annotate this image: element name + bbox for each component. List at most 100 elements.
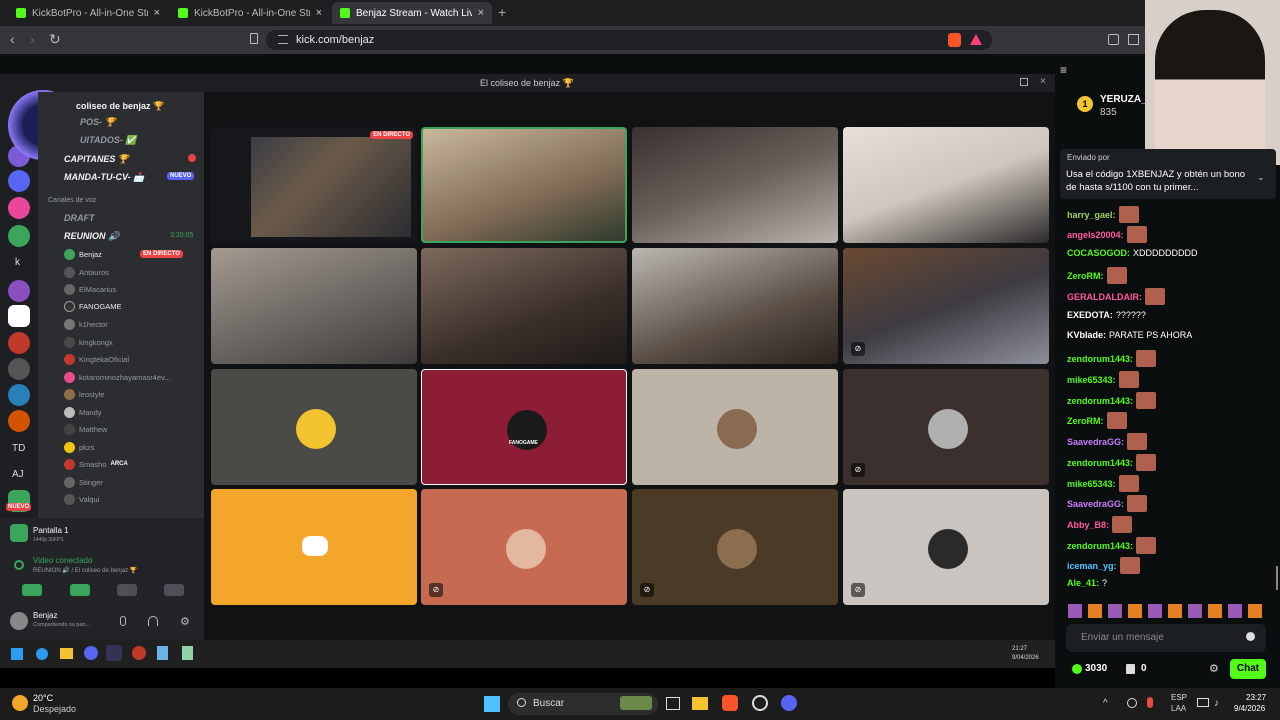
server-name[interactable]: coliseo de benjaz 🏆 [76, 101, 164, 112]
channel-item[interactable]: MANDA-TU-CV- 📩 [64, 172, 144, 183]
channel-item[interactable]: CAPITANES 🏆 [64, 154, 129, 165]
language-code[interactable]: ESP [1171, 693, 1187, 702]
voice-user[interactable]: KingtekaOficial [64, 352, 129, 366]
voice-user[interactable]: kotarominozhayamasr4ev... [64, 370, 171, 384]
back-icon[interactable]: ‹ [10, 31, 15, 47]
browser-tab[interactable]: KickBotPro - All-in-One Streaming To × [170, 2, 330, 24]
url-input[interactable] [266, 30, 992, 50]
chat-username[interactable]: mike65343: [1067, 375, 1116, 385]
scrollbar-thumb[interactable] [1276, 566, 1278, 590]
server-icon[interactable] [8, 280, 30, 302]
voice-channel-reunion[interactable]: REUNION 🔊 [64, 231, 119, 242]
voice-user[interactable]: kingkongx [64, 335, 113, 349]
voice-user[interactable]: Benjaz [64, 247, 102, 261]
server-label[interactable]: AJ [12, 469, 24, 480]
server-icon[interactable] [8, 332, 30, 354]
channel-points[interactable]: 3030 [1085, 663, 1107, 674]
video-tile-avatar[interactable]: ⊘ [421, 489, 627, 605]
mic-icon[interactable] [120, 616, 126, 626]
headphones-icon[interactable] [148, 616, 158, 626]
voice-channel-draft[interactable]: DRAFT [64, 213, 95, 223]
chat-username[interactable]: GERALDALDAIR: [1067, 292, 1142, 302]
chat-username[interactable]: KVblade: [1067, 330, 1106, 340]
chat-username[interactable]: SaavedraGG: [1067, 437, 1124, 447]
video-tile[interactable] [632, 127, 838, 243]
maximize-icon[interactable] [1020, 78, 1028, 86]
voice-user[interactable]: Stinger [64, 475, 103, 489]
collapse-chat-icon[interactable]: ≡ [1060, 63, 1067, 77]
chat-username[interactable]: ZeroRM: [1067, 271, 1104, 281]
server-icon[interactable] [8, 384, 30, 406]
video-tile[interactable] [843, 127, 1049, 243]
file-explorer-icon[interactable] [692, 697, 708, 710]
voice-user[interactable]: leostyle [64, 387, 104, 401]
chat-username[interactable]: angels20004: [1067, 230, 1124, 240]
chat-username[interactable]: zendorum1443: [1067, 458, 1133, 468]
close-icon[interactable]: × [316, 7, 322, 19]
voice-user[interactable]: Valqui [64, 492, 99, 506]
obs-icon[interactable] [752, 695, 768, 711]
server-icon[interactable] [8, 410, 30, 432]
discord-taskbar-icon[interactable] [781, 695, 797, 711]
server-label[interactable]: k [15, 257, 20, 268]
reload-icon[interactable]: ↻ [49, 31, 61, 48]
sidebar-icon[interactable] [1128, 34, 1139, 45]
server-icon[interactable] [8, 197, 30, 219]
browser-tab[interactable]: KickBotPro - All-in-One Streaming To × [8, 2, 168, 24]
video-tile[interactable] [421, 248, 627, 364]
activities-button[interactable] [117, 584, 137, 596]
browser-tab-active[interactable]: Benjaz Stream - Watch Live o × [332, 2, 492, 24]
chat-username[interactable]: zendorum1443: [1067, 396, 1133, 406]
system-clock[interactable]: 23:27 [1246, 693, 1266, 702]
chat-username[interactable]: iceman_yg: [1067, 561, 1117, 571]
voice-user[interactable]: FANOGAME [64, 299, 122, 313]
chat-username[interactable]: ZeroRM: [1067, 416, 1104, 426]
close-icon[interactable]: × [154, 7, 160, 19]
extensions-icon[interactable] [1108, 34, 1119, 45]
volume-icon[interactable]: ♪ [1214, 698, 1219, 709]
chat-username[interactable]: zendorum1443: [1067, 354, 1133, 364]
chat-username[interactable]: harry_gael: [1067, 210, 1116, 220]
chat-username[interactable]: mike65343: [1067, 479, 1116, 489]
avatar[interactable] [10, 612, 28, 630]
start-icon[interactable] [484, 696, 500, 712]
emote-picker-bar[interactable] [1068, 604, 1268, 618]
send-chat-button[interactable]: Chat [1230, 659, 1266, 679]
video-tile-avatar[interactable] [211, 369, 417, 485]
weather-icon[interactable] [12, 695, 28, 711]
display-icon[interactable] [1197, 698, 1209, 707]
camera-button[interactable] [22, 584, 42, 596]
brave-icon[interactable] [722, 695, 738, 711]
voice-user[interactable]: k1hector [64, 317, 108, 331]
task-view-icon[interactable] [666, 697, 680, 710]
voice-section-header[interactable]: Canales de voz [48, 197, 96, 204]
video-tile-avatar[interactable]: FANOGAME [421, 369, 627, 485]
server-icon[interactable] [8, 225, 30, 247]
mic-icon[interactable] [1147, 697, 1153, 708]
video-tile[interactable] [211, 248, 417, 364]
video-tile-avatar[interactable]: ⊘ [843, 369, 1049, 485]
chat-username[interactable]: Abby_B8: [1067, 520, 1109, 530]
voice-user[interactable]: Matthew [64, 422, 107, 436]
new-tab-button[interactable]: + [498, 4, 506, 20]
network-icon[interactable] [1127, 698, 1137, 708]
voice-user[interactable]: pkzs [64, 440, 94, 454]
chat-username[interactable]: zendorum1443: [1067, 541, 1133, 551]
chevron-up-icon[interactable]: ^ [1103, 698, 1108, 709]
settings-icon[interactable]: ⚙ [1209, 662, 1219, 675]
video-tile[interactable]: ⊘ [843, 248, 1049, 364]
server-icon[interactable] [8, 305, 30, 327]
close-window-icon[interactable]: × [1040, 76, 1046, 87]
chat-username[interactable]: Ale_41: [1067, 578, 1099, 588]
channel-item[interactable]: UITADOS- ✅ [80, 135, 137, 146]
chat-username[interactable]: SaavedraGG: [1067, 499, 1124, 509]
chat-username[interactable]: EXEDOTA: [1067, 310, 1113, 320]
video-tile-avatar[interactable]: ⊘ [843, 489, 1049, 605]
video-tile-avatar[interactable] [211, 489, 417, 605]
soundboard-button[interactable] [164, 584, 184, 596]
forward-icon[interactable]: › [30, 31, 35, 47]
voice-user[interactable]: Mandy [64, 405, 102, 419]
site-settings-icon[interactable] [278, 35, 288, 44]
video-tile-screenshare[interactable]: EN DIRECTO [211, 127, 417, 243]
voice-user[interactable]: Antauros [64, 265, 109, 279]
